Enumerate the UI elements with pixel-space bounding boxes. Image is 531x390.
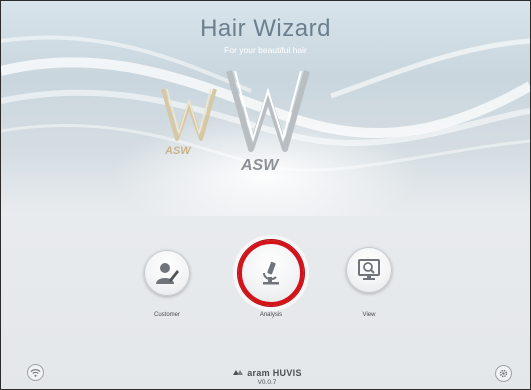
view-button[interactable] — [346, 247, 392, 293]
microscope-icon — [263, 261, 279, 285]
w-logo-small-icon — [161, 88, 217, 141]
customer-button[interactable] — [144, 250, 190, 296]
wifi-button[interactable] — [27, 364, 44, 381]
monitor-magnifier-icon — [358, 259, 380, 280]
app-window: Hair Wizard For your beautiful hair ASW … — [0, 0, 531, 390]
customer-label: Customer — [153, 312, 180, 318]
brand-name: aram HUVIS — [247, 367, 302, 378]
huvis-logo-icon — [233, 370, 244, 375]
person-pen-icon — [156, 263, 179, 284]
app-subtitle: For your beautiful hair — [224, 45, 307, 55]
version-text: V0.0.7 — [257, 379, 277, 386]
header-banner: Hair Wizard For your beautiful hair ASW … — [1, 1, 530, 216]
w-logo-big-icon — [226, 70, 310, 152]
gear-icon — [499, 369, 508, 378]
small-logo: ASW — [159, 83, 219, 157]
small-logo-text: ASW — [165, 145, 191, 157]
big-logo: ASW — [223, 65, 313, 174]
analysis-button[interactable] — [238, 240, 304, 306]
brand-logo: aram HUVIS — [221, 367, 313, 378]
app-title: Hair Wizard — [200, 15, 331, 42]
settings-button[interactable] — [495, 365, 512, 382]
analysis-label: Analysis — [259, 312, 283, 318]
big-logo-text: ASW — [241, 157, 279, 174]
view-label: View — [362, 312, 376, 318]
wifi-icon — [30, 369, 41, 377]
